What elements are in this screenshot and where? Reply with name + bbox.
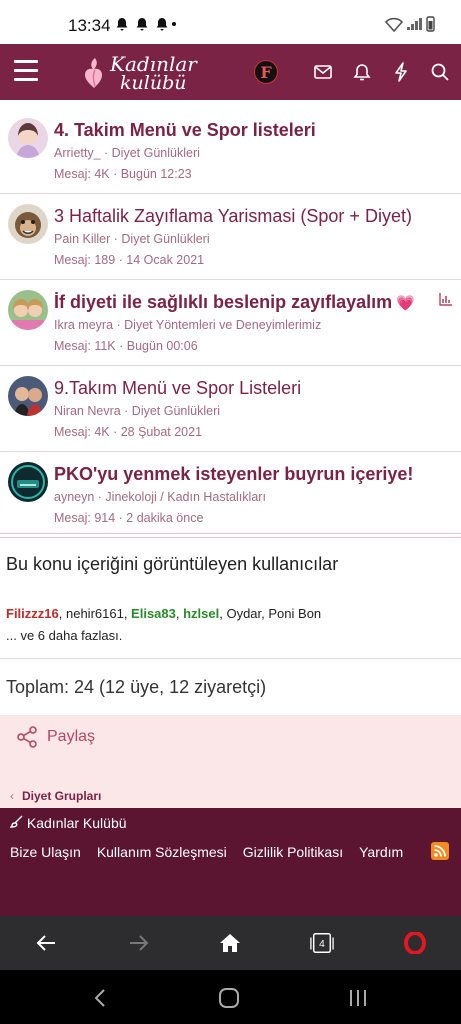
user-avatar[interactable]: F: [254, 60, 278, 84]
system-nav-bar: [0, 970, 461, 1024]
nav-home-icon[interactable]: [217, 986, 241, 1010]
site-footer: Kadınlar Kulübü Bize Ulaşın Kullanım Söz…: [0, 808, 461, 916]
message-count: 11K: [94, 339, 116, 353]
thread-title[interactable]: İf diyeti ile sağlıklı beslenip zayıflay…: [54, 292, 415, 313]
chevron-left-icon: ‹: [10, 789, 14, 803]
divider: [0, 658, 461, 659]
thread-author[interactable]: Arrietty_: [54, 146, 101, 160]
viewers-more[interactable]: ... ve 6 daha fazlası.: [6, 628, 122, 643]
lightning-icon[interactable]: [390, 61, 412, 83]
home-icon[interactable]: [218, 931, 242, 955]
message-count: 4K: [94, 167, 110, 181]
thread-author-avatar[interactable]: [8, 290, 48, 330]
viewer-user[interactable]: Poni Bon: [268, 606, 321, 621]
thread-list: 4. Takim Menü ve Spor listeleri Arrietty…: [0, 108, 461, 537]
thread-author-avatar[interactable]: [8, 462, 48, 502]
rss-icon[interactable]: [431, 842, 449, 860]
nav-recents-icon[interactable]: [346, 986, 370, 1010]
status-bar: 13:34: [0, 0, 461, 44]
forward-arrow-icon[interactable]: [127, 931, 151, 955]
thread-author-avatar[interactable]: [8, 204, 48, 244]
site-logo[interactable]: Kadınlar kulübü: [82, 50, 197, 94]
messages-label: Mesaj:: [54, 339, 91, 353]
last-post-time[interactable]: Bugün 00:06: [127, 339, 198, 353]
last-post-time[interactable]: 2 dakika önce: [126, 511, 203, 525]
footer-brand-label[interactable]: Kadınlar Kulübü: [27, 815, 127, 831]
last-post-time[interactable]: Bugün 12:23: [121, 167, 192, 181]
viewer-user[interactable]: hzlsel: [183, 606, 219, 621]
thread-forum[interactable]: Jinekoloji / Kadın Hastalıkları: [105, 490, 266, 504]
share-icon[interactable]: [16, 726, 38, 748]
messages-label: Mesaj:: [54, 167, 91, 181]
thread-author[interactable]: Ikra meyra: [54, 318, 113, 332]
bell-icon[interactable]: [351, 61, 373, 83]
thread-author[interactable]: Niran Nevra: [54, 404, 121, 418]
share-section: Paylaş: [0, 715, 461, 770]
thread-author-avatar[interactable]: [8, 376, 48, 416]
opera-icon[interactable]: [403, 931, 427, 955]
thread-title[interactable]: 4. Takim Menü ve Spor listeleri: [54, 120, 316, 141]
viewers-heading: Bu konu içeriğini görüntüleyen kullanıcı…: [6, 554, 339, 574]
thread-row[interactable]: 4. Takim Menü ve Spor listeleri Arrietty…: [0, 108, 461, 194]
nav-back-icon[interactable]: [88, 986, 112, 1010]
search-icon[interactable]: [429, 61, 451, 83]
status-time: 13:34: [68, 16, 111, 35]
thread-title[interactable]: 3 Haftalik Zayıflama Yarismasi (Spor + D…: [54, 206, 412, 227]
viewer-user[interactable]: Oydar: [226, 606, 261, 621]
tab-count: 4: [319, 939, 325, 950]
viewer-user[interactable]: Filizzz16: [6, 606, 59, 621]
thread-author[interactable]: ayneyn: [54, 490, 94, 504]
brush-icon: [9, 815, 23, 828]
visitor-total: Toplam: 24 (12 üye, 12 ziyaretçi): [6, 677, 267, 697]
footer-link-contact[interactable]: Bize Ulaşın: [10, 844, 81, 860]
inbox-icon[interactable]: [312, 61, 334, 83]
thread-row[interactable]: İf diyeti ile sağlıklı beslenip zayıflay…: [0, 280, 461, 366]
viewer-user[interactable]: nehir6161: [66, 606, 124, 621]
breadcrumb: ‹ Diyet Grupları: [0, 770, 461, 808]
thread-forum[interactable]: Diyet Günlükleri: [112, 146, 200, 160]
notification-icons: [116, 17, 176, 34]
back-arrow-icon[interactable]: [34, 931, 58, 955]
thread-row[interactable]: PKO'yu yenmek isteyenler buyrun içeriye!…: [0, 452, 461, 537]
tabs-icon[interactable]: 4: [310, 931, 334, 955]
message-count: 4K: [94, 425, 110, 439]
footer-link-privacy[interactable]: Gizlilik Politikası: [243, 844, 343, 860]
menu-icon[interactable]: [14, 60, 38, 82]
last-post-time[interactable]: 14 Ocak 2021: [126, 253, 204, 267]
thread-row[interactable]: 9.Takım Menü ve Spor Listeleri Niran Nev…: [0, 366, 461, 452]
messages-label: Mesaj:: [54, 253, 91, 267]
logo-text-line2: kulübü: [120, 72, 187, 94]
footer-brand[interactable]: Kadınlar Kulübü: [9, 815, 127, 831]
thread-forum[interactable]: Diyet Günlükleri: [121, 232, 209, 246]
thread-author-avatar[interactable]: [8, 118, 48, 158]
viewers-list: Filizzz16, nehir6161, Elisa83, hzlsel, O…: [6, 606, 322, 621]
thread-forum[interactable]: Diyet Yöntemleri ve Deneyimlerimiz: [124, 318, 321, 332]
footer-link-help[interactable]: Yardım: [359, 844, 403, 860]
message-count: 914: [94, 511, 116, 525]
last-post-time[interactable]: 28 Şubat 2021: [121, 425, 202, 439]
thread-row[interactable]: 3 Haftalik Zayıflama Yarismasi (Spor + D…: [0, 194, 461, 280]
heart-icon: 💗: [396, 295, 415, 312]
messages-label: Mesaj:: [54, 511, 91, 525]
messages-label: Mesaj:: [54, 425, 91, 439]
footer-link-terms[interactable]: Kullanım Sözleşmesi: [97, 844, 227, 860]
system-icons: [384, 16, 435, 35]
thread-title[interactable]: PKO'yu yenmek isteyenler buyrun içeriye!: [54, 464, 413, 485]
app-header: Kadınlar kulübü F: [0, 44, 461, 100]
thread-author[interactable]: Pain Killer: [54, 232, 110, 246]
thread-forum[interactable]: Diyet Günlükleri: [132, 404, 220, 418]
thread-title-text[interactable]: İf diyeti ile sağlıklı beslenip zayıflay…: [54, 292, 392, 312]
thread-title[interactable]: 9.Takım Menü ve Spor Listeleri: [54, 378, 301, 399]
message-count: 189: [94, 253, 116, 267]
viewer-user[interactable]: Elisa83: [131, 606, 176, 621]
share-button[interactable]: Paylaş: [47, 728, 95, 746]
breadcrumb-link[interactable]: Diyet Grupları: [22, 789, 101, 803]
chart-icon[interactable]: [439, 292, 453, 306]
section-divider: [0, 533, 461, 538]
browser-toolbar: 4: [0, 916, 461, 970]
